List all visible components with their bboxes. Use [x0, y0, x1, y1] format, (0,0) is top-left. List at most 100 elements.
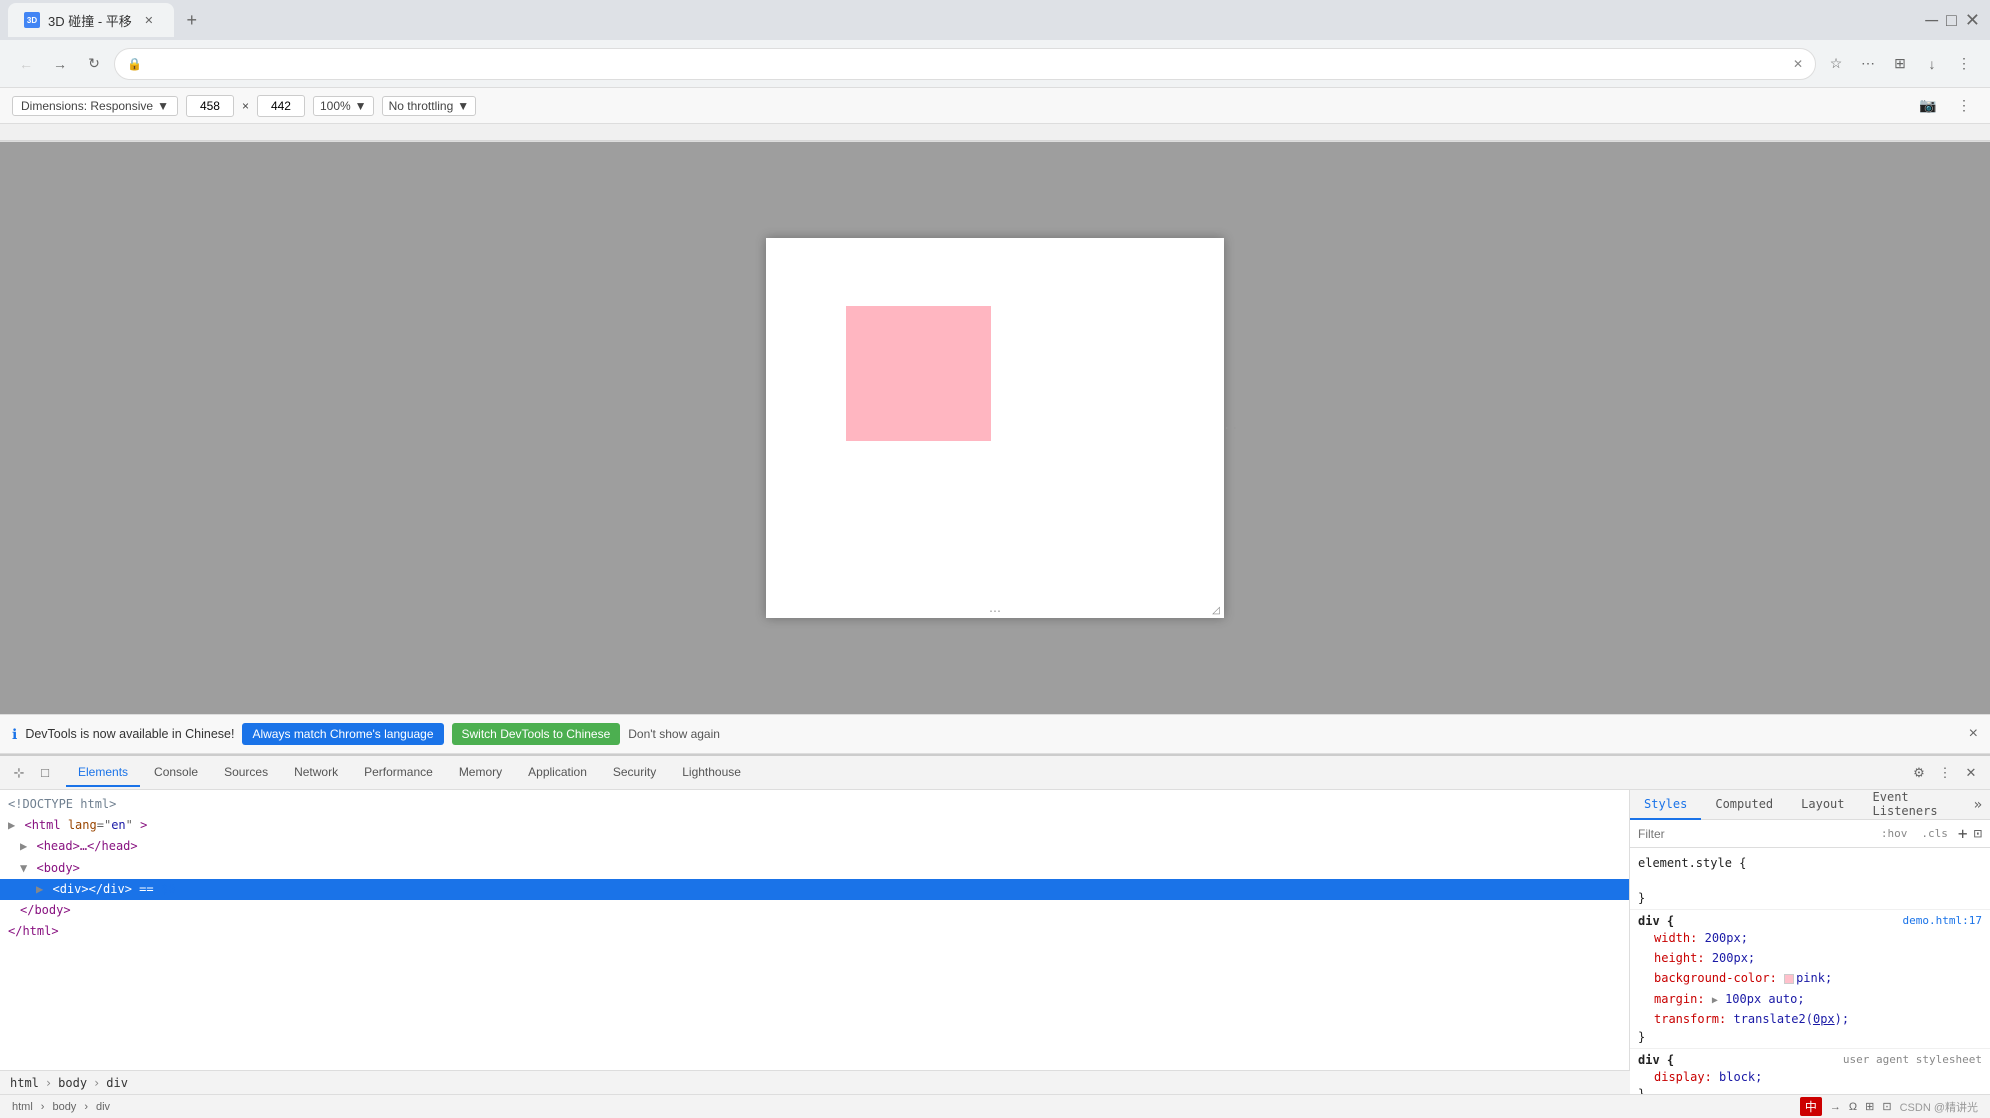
- tray-icon-omega[interactable]: Ω: [1849, 1101, 1857, 1113]
- camera-icon[interactable]: 📷: [1914, 92, 1942, 120]
- styles-panel: Styles Computed Layout Event Listeners »…: [1630, 790, 1990, 1094]
- devtools-settings-icon[interactable]: ⚙: [1908, 762, 1930, 784]
- style-tab-layout[interactable]: Layout: [1787, 790, 1858, 820]
- tab-memory[interactable]: Memory: [447, 759, 514, 787]
- tray-icon-arrow[interactable]: →: [1830, 1101, 1841, 1113]
- dom-breadcrumb: html › body › div: [0, 1070, 1630, 1094]
- css-rule-element-style: element.style { }: [1630, 852, 1990, 910]
- resize-bottom-handle[interactable]: ⋯: [989, 604, 1001, 618]
- tab-close-button[interactable]: ✕: [140, 11, 158, 29]
- notification-close-icon[interactable]: ×: [1969, 725, 1978, 743]
- breadcrumb-div[interactable]: div: [104, 1076, 130, 1090]
- device-toolbar-icon[interactable]: □: [34, 762, 56, 784]
- zoom-select[interactable]: 100% ▼: [313, 96, 374, 116]
- download-icon[interactable]: ↓: [1918, 50, 1946, 78]
- resize-right-handle[interactable]: ⋮: [1224, 422, 1238, 434]
- tab-lighthouse[interactable]: Lighthouse: [670, 759, 753, 787]
- dimensions-select[interactable]: Dimensions: Responsive ▼: [12, 96, 178, 116]
- style-tab-computed[interactable]: Computed: [1701, 790, 1787, 820]
- color-swatch[interactable]: [1784, 974, 1794, 984]
- window-controls: ─ □ ✕: [1923, 10, 1982, 31]
- devtools-tabs-right: ⚙ ⋮ ✕: [1908, 762, 1982, 784]
- dom-line-selected[interactable]: ▶ <div></div> == $0: [0, 879, 1629, 900]
- devtools-icons-left: ⊹ □: [8, 762, 56, 784]
- margin-expand-icon[interactable]: ▶: [1712, 995, 1718, 1006]
- breadcrumb-html[interactable]: html: [8, 1076, 41, 1090]
- browser-more-icon[interactable]: ⋯: [1854, 50, 1882, 78]
- inspect-element-icon[interactable]: ⊹: [8, 762, 30, 784]
- dom-line[interactable]: ▼ <body>: [0, 858, 1629, 879]
- browser-tab[interactable]: 3D 3D 碰撞 - 平移 ✕: [8, 3, 174, 37]
- throttle-value: No throttling: [389, 99, 454, 113]
- styles-panel-icon[interactable]: ⊡: [1974, 826, 1982, 842]
- tab-network[interactable]: Network: [282, 759, 350, 787]
- tray-icon-zh[interactable]: 中: [1800, 1097, 1822, 1116]
- profile-icon[interactable]: ⋮: [1950, 50, 1978, 78]
- tab-console[interactable]: Console: [142, 759, 210, 787]
- tab-security[interactable]: Security: [601, 759, 668, 787]
- status-breadcrumb-body[interactable]: body: [52, 1101, 76, 1113]
- style-tab-more[interactable]: »: [1966, 797, 1990, 813]
- css-rule-ua-header: div { user agent stylesheet: [1638, 1053, 1982, 1067]
- reload-button[interactable]: ↻: [80, 50, 108, 78]
- forward-button[interactable]: →: [46, 50, 74, 78]
- devtools-more-icon[interactable]: ⋮: [1934, 762, 1956, 784]
- dom-line[interactable]: ▶ <html lang="en" >: [0, 815, 1629, 836]
- hover-pseudo-button[interactable]: :hov: [1877, 825, 1912, 842]
- tab-application[interactable]: Application: [516, 759, 599, 787]
- dom-line[interactable]: ▶ <head>…</head>: [0, 836, 1629, 857]
- devtools-content: <!DOCTYPE html> ▶ <html lang="en" > ▶ <h…: [0, 790, 1990, 1094]
- system-tray: 中 → Ω ⊞ ⊡ CSDN @精讲光: [1800, 1097, 1978, 1116]
- notification-info-icon: ℹ: [12, 726, 17, 743]
- styles-filter: :hov .cls + ⊡: [1630, 820, 1990, 848]
- switch-devtools-button[interactable]: Switch DevTools to Chinese: [452, 723, 621, 745]
- clear-url-icon[interactable]: ✕: [1793, 57, 1803, 71]
- bookmark-icon[interactable]: ☆: [1822, 50, 1850, 78]
- viewport-height-input[interactable]: [257, 95, 305, 117]
- status-breadcrumb-div[interactable]: div: [96, 1101, 110, 1113]
- match-language-button[interactable]: Always match Chrome's language: [242, 723, 443, 745]
- address-bar[interactable]: 🔒 file:///D:/HTML/demo.html ✕: [114, 48, 1816, 80]
- tray-icon-grid[interactable]: ⊞: [1865, 1100, 1874, 1113]
- add-style-rule-button[interactable]: +: [1958, 824, 1968, 843]
- extensions-icon[interactable]: ⊞: [1886, 50, 1914, 78]
- tab-performance[interactable]: Performance: [352, 759, 445, 787]
- style-tab-event-listeners[interactable]: Event Listeners: [1859, 790, 1966, 820]
- viewport-width-input[interactable]: [186, 95, 234, 117]
- dom-line[interactable]: </body>: [0, 900, 1629, 921]
- devtools-close-icon[interactable]: ✕: [1960, 762, 1982, 784]
- tray-icon-box[interactable]: ⊡: [1882, 1100, 1891, 1113]
- devtools-tabs: ⊹ □ Elements Console Sources Network Per…: [0, 756, 1990, 790]
- viewport-frame: ◿ ⋯ ⋮: [766, 238, 1224, 618]
- styles-filter-input[interactable]: [1638, 827, 1871, 841]
- new-tab-button[interactable]: +: [178, 6, 206, 34]
- window-minimize-button[interactable]: ─: [1923, 10, 1940, 31]
- breadcrumb-body[interactable]: body: [56, 1076, 89, 1090]
- responsive-more-icon[interactable]: ⋮: [1950, 92, 1978, 120]
- window-close-button[interactable]: ✕: [1963, 10, 1982, 31]
- devtools-notification: ℹ DevTools is now available in Chinese! …: [0, 714, 1990, 754]
- tab-elements[interactable]: Elements: [66, 759, 140, 787]
- back-button[interactable]: ←: [12, 50, 40, 78]
- cls-pseudo-button[interactable]: .cls: [1917, 825, 1952, 842]
- dom-panel: <!DOCTYPE html> ▶ <html lang="en" > ▶ <h…: [0, 790, 1630, 1070]
- status-bar: html › body › div 中 → Ω ⊞ ⊡ CSDN @精讲光: [0, 1094, 1990, 1118]
- status-bar-caption: CSDN @精讲光: [1900, 1099, 1978, 1115]
- status-breadcrumb-html[interactable]: html: [12, 1101, 33, 1113]
- zoom-arrow-icon: ▼: [355, 99, 367, 113]
- browser-window: 3D 3D 碰撞 - 平移 ✕ + ─ □ ✕ ← → ↻ 🔒 file:///…: [0, 0, 1990, 1118]
- viewport-container: ◿ ⋯ ⋮: [0, 142, 1990, 714]
- dom-line[interactable]: </html>: [0, 921, 1629, 942]
- css-prop-width: width: 200px;: [1638, 928, 1982, 948]
- window-maximize-button[interactable]: □: [1944, 10, 1959, 31]
- throttle-select[interactable]: No throttling ▼: [382, 96, 477, 116]
- dont-show-again-link[interactable]: Don't show again: [628, 727, 720, 741]
- title-bar-right: ─ □ ✕: [1915, 10, 1982, 31]
- tab-sources[interactable]: Sources: [212, 759, 280, 787]
- title-bar: 3D 3D 碰撞 - 平移 ✕ + ─ □ ✕: [0, 0, 1990, 40]
- resize-corner-handle[interactable]: ◿: [1208, 602, 1224, 618]
- dom-line[interactable]: <!DOCTYPE html>: [0, 794, 1629, 815]
- css-prop-margin: margin: ▶ 100px auto;: [1638, 989, 1982, 1009]
- style-tab-styles[interactable]: Styles: [1630, 790, 1701, 820]
- url-input[interactable]: file:///D:/HTML/demo.html: [150, 56, 1785, 71]
